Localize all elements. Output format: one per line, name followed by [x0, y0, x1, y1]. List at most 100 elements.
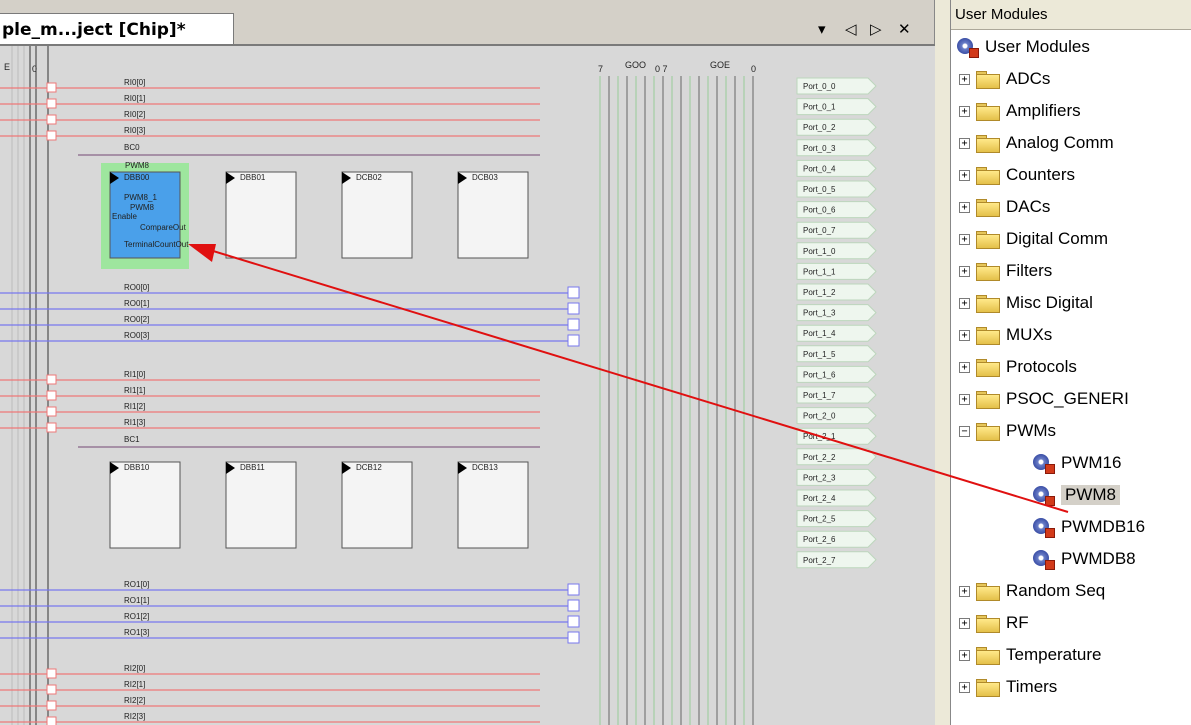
- collapse-icon[interactable]: −: [959, 425, 970, 437]
- ro1-label: RO1[2]: [124, 612, 149, 621]
- expand-icon[interactable]: +: [959, 681, 970, 693]
- expand-icon[interactable]: +: [959, 361, 970, 373]
- digital-block-DCB02[interactable]: DCB02: [341, 171, 413, 259]
- ri1-connector: [46, 390, 57, 401]
- block-body: [341, 461, 413, 549]
- folder-icon: [976, 167, 1000, 185]
- tree-folder[interactable]: + Random Seq: [959, 576, 1105, 606]
- port-tag: Port_1_3: [796, 304, 877, 322]
- tree-module-item[interactable]: PWMDB8: [1033, 544, 1136, 574]
- ro0-label: RO0[1]: [124, 299, 149, 308]
- expand-icon[interactable]: +: [959, 73, 970, 85]
- tree-folder[interactable]: + RF: [959, 608, 1029, 638]
- expand-icon[interactable]: +: [959, 297, 970, 309]
- chip-diagram[interactable]: E 0 7 GOO 0 7 GOE 0RI0[0]RI0[1]RI0[2]RI0[3]BC0…: [0, 46, 935, 725]
- chip-editor-pane: ple_m...ject [Chip]* ▾ ◁ ▷ ✕ E 0 7 GOO 0 7 GO…: [0, 0, 935, 725]
- tree-folder[interactable]: + Timers: [959, 672, 1057, 702]
- ro1-connector: [567, 615, 580, 628]
- tree-folder[interactable]: + Temperature: [959, 640, 1101, 670]
- port-tag-label: Port_0_2: [803, 123, 836, 132]
- port-tag-label: Port_1_4: [803, 329, 836, 338]
- expand-icon[interactable]: +: [959, 265, 970, 277]
- close-tab-icon[interactable]: ✕: [898, 20, 911, 38]
- ro0-label: RO0[3]: [124, 331, 149, 340]
- ri0-connector: [46, 130, 57, 141]
- bc0-label: BC0: [124, 143, 140, 152]
- expand-icon[interactable]: +: [959, 137, 970, 149]
- digital-block-DCB03[interactable]: DCB03: [457, 171, 529, 259]
- tree-folder-label: Temperature: [1006, 645, 1102, 664]
- tree-folder-label: Counters: [1006, 165, 1075, 184]
- ro0-label: RO0[2]: [124, 315, 149, 324]
- tree-folder[interactable]: − PWMs: [959, 416, 1056, 446]
- port-tag: Port_2_3: [796, 468, 877, 486]
- folder-icon: [976, 615, 1000, 633]
- block-label: DBB00: [124, 173, 150, 182]
- tree-module-item[interactable]: PWM16: [1033, 448, 1121, 478]
- block-label: DCB02: [356, 173, 382, 182]
- tree-module-item[interactable]: PWMDB16: [1033, 512, 1145, 542]
- tree-folder[interactable]: + Counters: [959, 160, 1075, 190]
- tree-folder[interactable]: + Filters: [959, 256, 1052, 286]
- chip-canvas[interactable]: E 0 7 GOO 0 7 GOE 0 RI0[0] RI0[1] RI0[2] RI0[3] BC0…: [0, 46, 935, 725]
- port-tag: Port_1_4: [796, 324, 877, 342]
- tree-folder[interactable]: + ADCs: [959, 64, 1050, 94]
- tree-folder-label: DACs: [1006, 197, 1051, 216]
- expand-icon[interactable]: +: [959, 649, 970, 661]
- port-tag: Port_0_6: [796, 201, 877, 219]
- tree-folder-label: Misc Digital: [1006, 293, 1093, 312]
- tree-folder-label: RF: [1006, 613, 1029, 632]
- port-tag-label: Port_1_6: [803, 370, 836, 379]
- user-module-icon: [1033, 548, 1055, 570]
- tree-folder[interactable]: + Digital Comm: [959, 224, 1108, 254]
- expand-icon[interactable]: +: [959, 169, 970, 181]
- ri1-label: RI1[0]: [124, 370, 145, 379]
- digital-block-DBB11[interactable]: DBB11: [225, 461, 297, 549]
- digital-block-DBB10[interactable]: DBB10: [109, 461, 181, 549]
- ri0-connector: [46, 114, 57, 125]
- ri1-label: RI1[1]: [124, 386, 145, 395]
- tree-folder[interactable]: + Protocols: [959, 352, 1077, 382]
- digital-block-DBB01[interactable]: DBB01: [225, 171, 297, 259]
- ro1-label: RO1[0]: [124, 580, 149, 589]
- expand-icon[interactable]: +: [959, 617, 970, 629]
- port-tag: Port_2_4: [796, 489, 877, 507]
- folder-icon: [976, 199, 1000, 217]
- expand-icon[interactable]: +: [959, 201, 970, 213]
- ri1-connector: [46, 406, 57, 417]
- ri1-connector: [46, 422, 57, 433]
- port-tag: Port_0_5: [796, 180, 877, 198]
- expand-icon[interactable]: +: [959, 233, 970, 245]
- scroll-tabs-left-icon[interactable]: ◁: [845, 20, 857, 38]
- tree-root[interactable]: User Modules: [957, 32, 1090, 62]
- block-label: DCB12: [356, 463, 382, 472]
- port-tag: Port_2_5: [796, 510, 877, 528]
- ri0-label: RI0[0]: [124, 78, 145, 87]
- port-tag-label: Port_2_4: [803, 494, 836, 503]
- scroll-tabs-right-icon[interactable]: ▷: [870, 20, 882, 38]
- tree-folder-label: Digital Comm: [1006, 229, 1109, 248]
- digital-block-DCB13[interactable]: DCB13: [457, 461, 529, 549]
- placed-module-type: PWM8: [125, 161, 150, 170]
- expand-icon[interactable]: +: [959, 393, 970, 405]
- tab-list-dropdown-icon[interactable]: ▾: [818, 20, 826, 38]
- expand-icon[interactable]: +: [959, 105, 970, 117]
- tree-folder[interactable]: + Misc Digital: [959, 288, 1093, 318]
- digital-block-DCB12[interactable]: DCB12: [341, 461, 413, 549]
- folder-icon: [976, 135, 1000, 153]
- expand-icon[interactable]: +: [959, 585, 970, 597]
- chip-editor-tab[interactable]: ple_m...ject [Chip]*: [0, 13, 234, 45]
- tree-folder[interactable]: + MUXs: [959, 320, 1052, 350]
- expand-icon[interactable]: +: [959, 329, 970, 341]
- tree-module-item[interactable]: PWM8: [1033, 480, 1120, 510]
- port-tag-label: Port_0_1: [803, 103, 836, 112]
- tree-folder[interactable]: + Amplifiers: [959, 96, 1081, 126]
- ro0-connector: [567, 286, 580, 299]
- tree-folder[interactable]: + PSOC_GENERI: [959, 384, 1129, 414]
- folder-icon: [976, 263, 1000, 281]
- pin-enable-label: Enable: [112, 212, 137, 221]
- folder-icon: [976, 647, 1000, 665]
- tree-folder[interactable]: + DACs: [959, 192, 1050, 222]
- header-label-goo-range: 0 7: [655, 64, 668, 74]
- tree-folder[interactable]: + Analog Comm: [959, 128, 1114, 158]
